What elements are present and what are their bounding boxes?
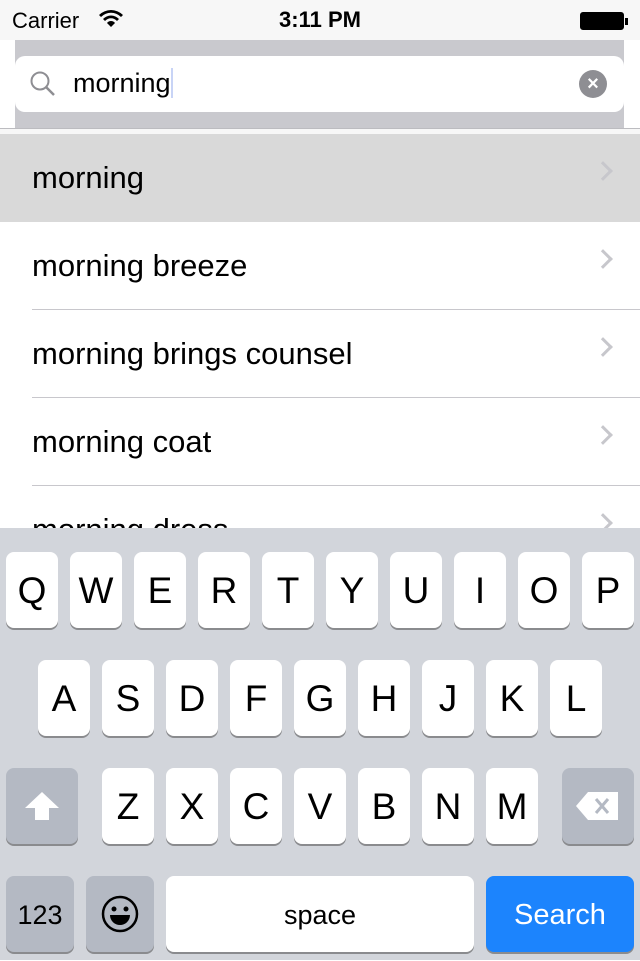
key-k[interactable]: K xyxy=(486,660,538,736)
suggestion-label: morning xyxy=(32,160,144,195)
emoji-icon xyxy=(101,895,139,933)
key-m[interactable]: M xyxy=(486,768,538,844)
suggestion-item[interactable]: morning breeze xyxy=(0,222,640,310)
key-x[interactable]: X xyxy=(166,768,218,844)
search-bar: morning × xyxy=(15,40,624,128)
chevron-right-icon xyxy=(593,337,613,357)
key-n[interactable]: N xyxy=(422,768,474,844)
suggestion-list: morning morning breeze morning brings coun… xyxy=(0,134,640,574)
key-h[interactable]: H xyxy=(358,660,410,736)
backspace-icon xyxy=(576,792,618,820)
shift-key[interactable] xyxy=(6,768,78,844)
key-a[interactable]: A xyxy=(38,660,90,736)
chevron-right-icon xyxy=(593,249,613,269)
battery-icon xyxy=(580,12,628,30)
suggestion-label: morning breeze xyxy=(32,248,248,283)
key-q[interactable]: Q xyxy=(6,552,58,628)
key-i[interactable]: I xyxy=(454,552,506,628)
search-input[interactable]: morning × xyxy=(15,56,624,112)
key-z[interactable]: Z xyxy=(102,768,154,844)
search-query: morning xyxy=(73,68,173,99)
key-d[interactable]: D xyxy=(166,660,218,736)
emoji-key[interactable] xyxy=(86,876,154,952)
key-u[interactable]: U xyxy=(390,552,442,628)
suggestion-item[interactable]: morning coat xyxy=(0,398,640,486)
shift-icon xyxy=(25,792,59,820)
key-c[interactable]: C xyxy=(230,768,282,844)
key-t[interactable]: T xyxy=(262,552,314,628)
key-e[interactable]: E xyxy=(134,552,186,628)
suggestion-label: morning coat xyxy=(32,424,212,459)
key-y[interactable]: Y xyxy=(326,552,378,628)
suggestion-item[interactable]: morning brings counsel xyxy=(0,310,640,398)
suggestion-label: morning brings counsel xyxy=(32,336,353,371)
key-o[interactable]: O xyxy=(518,552,570,628)
suggestion-item[interactable]: morning xyxy=(0,134,640,222)
magnifier-icon xyxy=(30,71,55,96)
key-b[interactable]: B xyxy=(358,768,410,844)
key-w[interactable]: W xyxy=(70,552,122,628)
search-key[interactable]: Search xyxy=(486,876,634,952)
status-bar: Carrier 3:11 PM xyxy=(0,0,640,40)
key-l[interactable]: L xyxy=(550,660,602,736)
chevron-right-icon xyxy=(593,161,613,181)
key-j[interactable]: J xyxy=(422,660,474,736)
text-caret xyxy=(170,68,173,98)
delete-key[interactable] xyxy=(562,768,634,844)
clock: 3:11 PM xyxy=(279,7,361,32)
numbers-key[interactable]: 123 xyxy=(6,876,74,952)
key-v[interactable]: V xyxy=(294,768,346,844)
chevron-right-icon xyxy=(593,425,613,445)
key-g[interactable]: G xyxy=(294,660,346,736)
search-query-text: morning xyxy=(73,68,171,98)
key-s[interactable]: S xyxy=(102,660,154,736)
key-f[interactable]: F xyxy=(230,660,282,736)
key-r[interactable]: R xyxy=(198,552,250,628)
key-p[interactable]: P xyxy=(582,552,634,628)
keyboard: Q W E R T Y U I O P A S D F G H J K L Z X C V B N M 123 space Search xyxy=(0,528,640,960)
clear-icon[interactable]: × xyxy=(579,70,607,98)
space-key[interactable]: space xyxy=(166,876,474,952)
